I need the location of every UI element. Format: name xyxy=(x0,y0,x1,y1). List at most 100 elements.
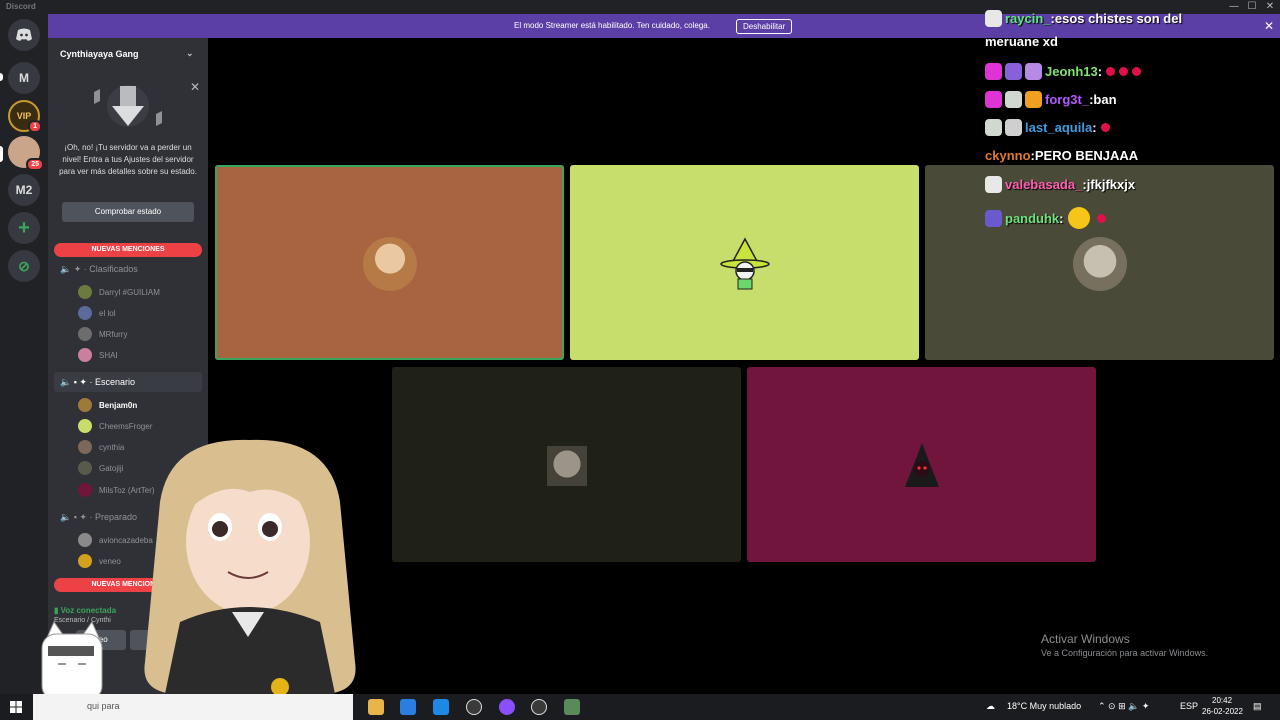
chat-message: valebasada_: jfkjfkxjx xyxy=(985,176,1135,193)
language-indicator[interactable]: ESP xyxy=(1180,701,1198,711)
avatar xyxy=(78,440,92,454)
notifications-icon[interactable]: ▤ xyxy=(1253,701,1262,712)
voice-channel-escenario[interactable]: 🔈 ▪ ✦ · Escenario xyxy=(60,377,135,388)
discord-home-button[interactable] xyxy=(8,19,40,51)
video-tile[interactable] xyxy=(747,367,1096,562)
badge-icon xyxy=(985,119,1002,136)
explore-servers-button[interactable]: ⊘ xyxy=(8,250,40,282)
voice-user[interactable]: Darryl #GUILIAM xyxy=(78,285,160,299)
chat-user: Jeonh13 xyxy=(1045,64,1098,79)
avatar xyxy=(78,398,92,412)
chat-message: last_aquila: xyxy=(985,119,1110,136)
avatar xyxy=(78,419,92,433)
chat-message: Jeonh13: xyxy=(985,63,1142,80)
chat-user: forg3t_ xyxy=(1045,92,1090,107)
badge-icon xyxy=(1005,119,1022,136)
add-server-button[interactable]: + xyxy=(8,212,40,244)
avatar xyxy=(78,483,92,497)
voice-connected-status: ▮ Voz conectada xyxy=(54,606,116,615)
avatar xyxy=(78,554,92,568)
taskbar-search-input[interactable]: qui para xyxy=(33,694,353,720)
user-name: MRfurry xyxy=(99,329,128,339)
badge-icon xyxy=(1005,91,1022,108)
server-avatar-badge: 25 xyxy=(26,158,44,171)
mail-icon[interactable] xyxy=(433,699,449,715)
chat-text: PERO BENJAAA xyxy=(1034,148,1139,163)
clock-time[interactable]: 20:42 xyxy=(1212,696,1232,705)
user-name: CheemsFroger xyxy=(99,421,153,431)
server-m2[interactable]: M2 xyxy=(8,174,40,206)
chat-text: meruane xd xyxy=(985,34,1058,49)
avatar xyxy=(78,461,92,475)
chat-message: forg3t_: ban xyxy=(985,91,1117,108)
windows-taskbar: qui para ☁ 18°C Muy nublado ⌃ ⊙ ⊞ 🔈 ✦ ES… xyxy=(0,694,1280,720)
server-list: M VIP 1 25 M2 + ⊘ xyxy=(0,14,48,694)
gift-icon xyxy=(1025,91,1042,108)
gem-icon xyxy=(985,63,1002,80)
video-tile[interactable] xyxy=(215,165,564,360)
new-mentions-pill[interactable]: NUEVAS MENCIONES xyxy=(54,243,202,257)
voice-user[interactable]: CheemsFroger xyxy=(78,419,152,433)
voice-user[interactable]: SHAI xyxy=(78,348,118,362)
close-icon[interactable]: ✕ xyxy=(190,80,200,94)
participant-avatar xyxy=(905,443,939,487)
close-banner-icon[interactable]: ✕ xyxy=(1264,19,1274,33)
video-tile[interactable] xyxy=(392,367,741,562)
user-name: Benjam0n xyxy=(99,400,138,410)
chat-user: last_aquila xyxy=(1025,120,1093,135)
participant-avatar xyxy=(720,237,770,290)
weather-text[interactable]: 18°C Muy nublado xyxy=(1007,701,1081,711)
voice-user[interactable]: veneo xyxy=(78,554,121,568)
file-explorer-icon[interactable] xyxy=(368,699,384,715)
voice-channel-clasificados[interactable]: 🔈 ✦ · Clasificados xyxy=(60,264,138,275)
emote-icon xyxy=(1100,123,1110,132)
store-icon[interactable] xyxy=(400,699,416,715)
server-indicator xyxy=(0,146,3,162)
windows-start-icon[interactable] xyxy=(10,701,22,713)
chat-text: esos chistes son del xyxy=(1054,11,1183,26)
voice-user[interactable]: cynthia xyxy=(78,440,124,454)
chrome-icon[interactable] xyxy=(499,699,515,715)
maximize-button[interactable]: ☐ xyxy=(1244,0,1260,14)
badge-icon xyxy=(985,176,1002,193)
clock-date[interactable]: 26-02-2022 xyxy=(1202,707,1243,716)
game-icon[interactable] xyxy=(564,699,580,715)
voice-status-text: Voz conectada xyxy=(60,606,117,615)
app-icon[interactable] xyxy=(466,699,482,715)
chat-text: ban xyxy=(1093,92,1117,107)
voice-user[interactable]: Gatojiji xyxy=(78,461,123,475)
obs-icon[interactable] xyxy=(531,699,547,715)
avatar xyxy=(78,533,92,547)
emote-icon xyxy=(1106,67,1116,76)
voice-user[interactable]: Benjam0n xyxy=(78,398,137,412)
gift-icon xyxy=(1025,63,1042,80)
activate-windows-sub: Ve a Configuración para activar Windows. xyxy=(1041,648,1209,658)
video-tile[interactable] xyxy=(570,165,919,360)
server-name-header[interactable]: Cynthiayaya Gang ⌄ xyxy=(60,48,194,59)
cloud-icon: ☁ xyxy=(986,701,995,711)
minimize-button[interactable]: — xyxy=(1226,0,1242,14)
participant-avatar xyxy=(1073,237,1127,291)
server-avatar[interactable]: 25 xyxy=(8,136,44,171)
app-name: Discord xyxy=(6,2,36,11)
participant-avatar xyxy=(363,237,417,291)
channel-name: Clasificados xyxy=(89,264,138,274)
avatar xyxy=(78,348,92,362)
chat-user: ckynno xyxy=(985,148,1031,163)
server-vip[interactable]: VIP 1 xyxy=(8,100,42,133)
tray-icons[interactable]: ⌃ ⊙ ⊞ 🔈 ✦ xyxy=(1098,701,1149,712)
boost-warning-text: ¡Oh, no! ¡Tu servidor va a perder un niv… xyxy=(59,143,197,176)
close-window-button[interactable]: ✕ xyxy=(1262,0,1278,14)
voice-user[interactable]: MRfurry xyxy=(78,327,127,341)
participant-avatar xyxy=(547,446,587,486)
disable-streamer-button[interactable]: Deshabilitar xyxy=(736,19,793,34)
video-tile[interactable] xyxy=(925,165,1274,360)
server-indicator xyxy=(0,73,3,81)
server-m[interactable]: M xyxy=(8,62,40,94)
check-status-button[interactable]: Comprobar estado xyxy=(62,202,194,222)
server-name: Cynthiayaya Gang xyxy=(60,49,139,59)
emote-icon xyxy=(1067,207,1090,229)
voice-user[interactable]: el lol xyxy=(78,306,115,320)
chat-user: valebasada_ xyxy=(1005,177,1083,192)
chat-message: raycin_: esos chistes son del xyxy=(985,10,1182,27)
